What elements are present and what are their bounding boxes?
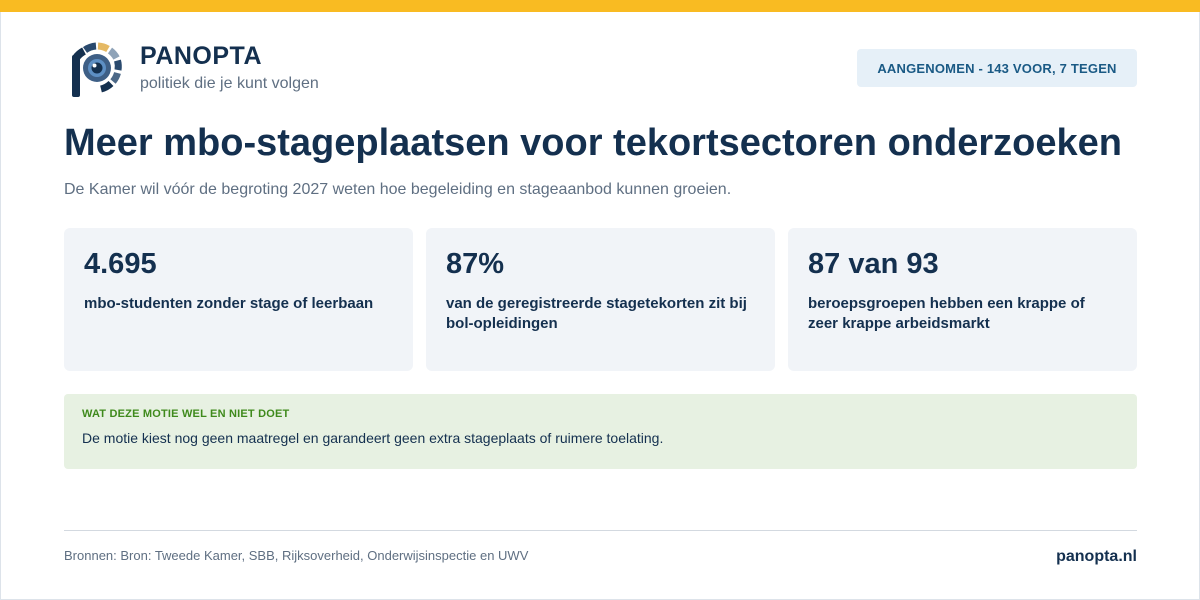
page-subtitle: De Kamer wil vóór de begroting 2027 wete… [64,181,732,198]
stat-value: 87% [446,248,505,280]
stat-label: mbo-studenten zonder stage of leerbaan [84,295,374,312]
panopta-eye-logo-icon [72,42,122,97]
stat-label: van de geregistreerde stagetekorten zit … [446,295,747,332]
note-heading: WAT DEZE MOTIE WEL EN NIET DOET [82,408,290,420]
footer-divider [64,530,1137,531]
page-title: Meer mbo-stageplaatsen voor tekortsector… [64,122,1122,164]
top-accent-bar [0,0,1200,12]
stat-label: beroepsgroepen hebben een krappe of zeer… [808,295,1085,332]
vote-status-badge: AANGENOMEN - 143 VOOR, 7 TEGEN [857,49,1137,87]
stat-card-tight-labour-market: 87 van 93 beroepsgroepen hebben een krap… [788,228,1137,371]
stat-value: 4.695 [84,248,157,280]
sources-text: Bronnen: Bron: Tweede Kamer, SBB, Rijkso… [64,548,529,563]
note-text: De motie kiest nog geen maatregel en gar… [82,430,664,446]
brand-tagline: politiek die je kunt volgen [140,75,319,92]
brand-name: PANOPTA [140,42,263,70]
stat-card-students-without-internship: 4.695 mbo-studenten zonder stage of leer… [64,228,413,371]
stat-card-bol-share: 87% van de geregistreerde stagetekorten … [426,228,775,371]
motion-scope-note: WAT DEZE MOTIE WEL EN NIET DOET De motie… [64,394,1137,469]
stat-value: 87 van 93 [808,248,939,280]
site-link[interactable]: panopta.nl [1056,548,1137,566]
